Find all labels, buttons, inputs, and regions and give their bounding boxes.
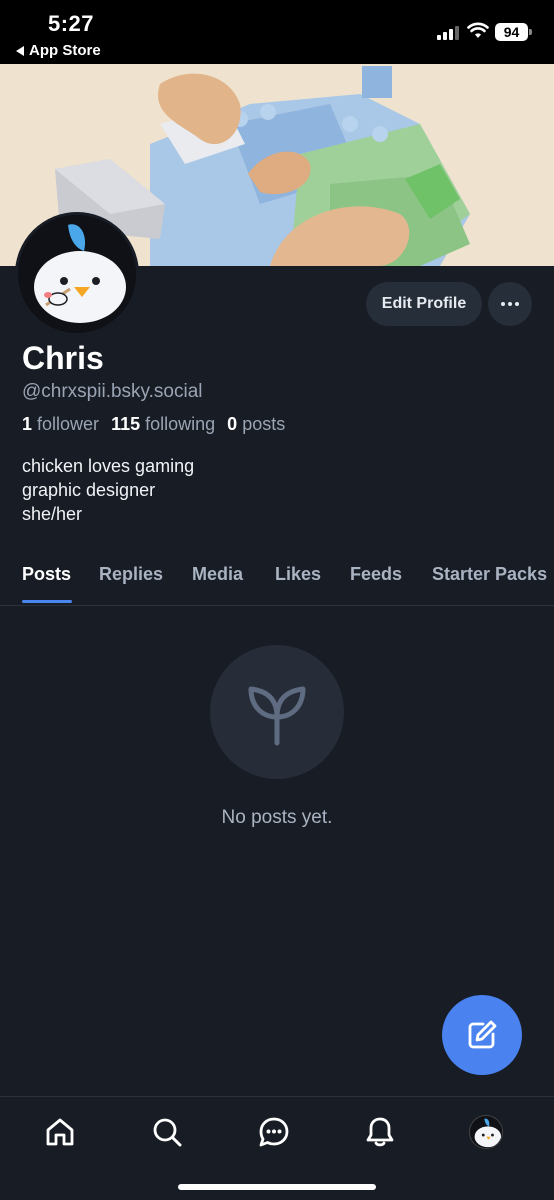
- back-to-app-store-link[interactable]: App Store: [16, 42, 101, 59]
- profile-avatar[interactable]: [15, 212, 139, 336]
- wifi-icon: [467, 22, 489, 38]
- tab-replies[interactable]: Replies: [99, 564, 163, 585]
- chicken-avatar-image: [470, 1116, 502, 1148]
- sprout-icon: [248, 686, 306, 746]
- following-count: 115: [111, 414, 141, 434]
- tab-media[interactable]: Media: [192, 564, 243, 585]
- nav-home[interactable]: [43, 1115, 77, 1149]
- chat-icon: [259, 1117, 289, 1147]
- posts-stat: 0 posts: [227, 414, 285, 435]
- ellipsis-dot: [515, 302, 519, 306]
- profile-avatar-small: [469, 1115, 503, 1149]
- chicken-avatar-image: [18, 215, 136, 333]
- ellipsis-dot: [508, 302, 512, 306]
- home-icon: [46, 1118, 74, 1146]
- profile-tabs: Posts Replies Media Likes Feeds Starter …: [0, 556, 554, 606]
- compose-post-button[interactable]: [442, 995, 522, 1075]
- tab-starter-packs[interactable]: Starter Packs: [432, 564, 547, 585]
- back-arrow-icon: [16, 45, 24, 56]
- followers-label: follower: [37, 414, 100, 434]
- tab-feeds[interactable]: Feeds: [350, 564, 402, 585]
- bio-line: graphic designer: [22, 480, 156, 500]
- empty-state-icon-circle: [210, 645, 344, 779]
- edit-profile-button[interactable]: Edit Profile: [366, 282, 482, 326]
- nav-notifications[interactable]: [363, 1115, 397, 1149]
- cellular-signal-icon: [437, 24, 459, 40]
- home-indicator: [178, 1184, 376, 1190]
- bio-line: chicken loves gaming: [22, 456, 195, 476]
- active-tab-indicator: [22, 600, 72, 603]
- display-name: Chris: [22, 340, 104, 376]
- battery-indicator: 94: [495, 23, 532, 41]
- posts-count: 0: [227, 414, 238, 434]
- profile-stats: 1 follower 115 following 0 posts: [22, 414, 285, 435]
- nav-search[interactable]: [150, 1115, 184, 1149]
- more-options-button[interactable]: [488, 282, 532, 326]
- bell-icon: [366, 1117, 394, 1147]
- back-app-label: App Store: [29, 42, 101, 59]
- user-handle: @chrxspii.bsky.social: [22, 381, 203, 402]
- search-icon: [153, 1118, 182, 1147]
- following-label: following: [145, 414, 216, 434]
- tab-posts[interactable]: Posts: [22, 564, 71, 585]
- followers-count: 1: [22, 414, 33, 434]
- ellipsis-icon: [501, 302, 505, 306]
- followers-stat[interactable]: 1 follower: [22, 414, 99, 435]
- following-stat[interactable]: 115 following: [111, 414, 215, 435]
- tab-likes[interactable]: Likes: [275, 564, 321, 585]
- posts-label: posts: [242, 414, 286, 434]
- status-time: 5:27: [48, 11, 95, 36]
- compose-icon: [468, 1020, 497, 1049]
- bio-line: she/her: [22, 504, 83, 524]
- status-bar: 5:27 App Store 94: [0, 0, 554, 64]
- nav-chat[interactable]: [257, 1115, 291, 1149]
- empty-state-message: No posts yet.: [221, 807, 333, 828]
- nav-profile[interactable]: [469, 1115, 503, 1149]
- profile-bio: chicken loves gaming graphic designer sh…: [22, 454, 194, 526]
